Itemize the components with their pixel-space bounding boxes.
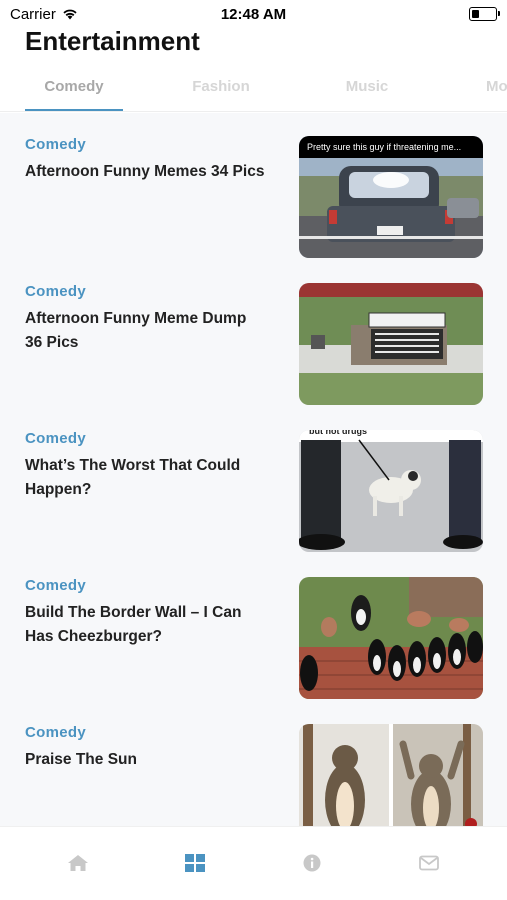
tab-comedy[interactable]: Comedy [25, 78, 123, 95]
grid-icon[interactable] [184, 853, 206, 873]
item-category: Comedy [25, 430, 86, 447]
cats-wall-photo-image [299, 577, 483, 699]
item-category: Comedy [25, 136, 86, 153]
tab-more[interactable]: Mo [486, 78, 507, 95]
list-item[interactable]: Comedy Praise The Sun [0, 701, 507, 826]
list-item[interactable]: Comedy Build The Border Wall – I Can Has… [0, 554, 507, 700]
item-title: Afternoon Funny Memes 34 Pics [25, 163, 265, 180]
page-title: Entertainment [25, 26, 200, 56]
list-item[interactable]: Comedy Afternoon Funny Meme Dump 36 Pics [0, 260, 507, 406]
cats-wall-photo[interactable] [299, 577, 483, 699]
tab-indicator [25, 109, 123, 111]
battery-level [472, 10, 479, 18]
thumb-caption: but not drugs [309, 430, 367, 436]
cats-sun-photo-image [299, 724, 483, 826]
item-title: What’s The Worst That Could Happen? [25, 457, 241, 498]
sign-photo[interactable] [299, 283, 483, 405]
item-category: Comedy [25, 724, 86, 741]
thumb-caption: Pretty sure this guy if threatening me..… [299, 136, 483, 158]
home-icon[interactable] [67, 853, 89, 873]
item-category: Comedy [25, 283, 86, 300]
category-tabs: Comedy Fashion Music Mo [0, 72, 507, 112]
status-left: Carrier [10, 6, 78, 23]
item-title: Praise The Sun [25, 751, 137, 768]
tab-music[interactable]: Music [318, 78, 416, 95]
item-title: Build The Border Wall – I Can Has Cheezb… [25, 604, 242, 645]
list-item[interactable]: Comedy Afternoon Funny Memes 34 Pics Pre… [0, 113, 507, 259]
item-title: Afternoon Funny Meme Dump 36 Pics [25, 310, 247, 351]
cats-sun-photo[interactable] [299, 724, 483, 826]
dog-photo-image [299, 430, 483, 552]
car-photo[interactable]: Pretty sure this guy if threatening me..… [299, 136, 483, 258]
mail-icon[interactable] [418, 853, 440, 873]
dog-photo[interactable]: but not drugs [299, 430, 483, 552]
item-category: Comedy [25, 577, 86, 594]
list-item[interactable]: Comedy What’s The Worst That Could Happe… [0, 407, 507, 553]
bottom-tab-bar [0, 826, 507, 900]
tab-fashion[interactable]: Fashion [172, 78, 270, 95]
battery-icon [469, 7, 500, 21]
wifi-icon [63, 9, 77, 20]
status-bar: Carrier 12:48 AM [0, 0, 507, 28]
article-list: Comedy Afternoon Funny Memes 34 Pics Pre… [0, 113, 507, 826]
info-icon[interactable] [301, 853, 323, 873]
carrier-label: Carrier [10, 5, 56, 23]
sign-photo-image [299, 283, 483, 405]
